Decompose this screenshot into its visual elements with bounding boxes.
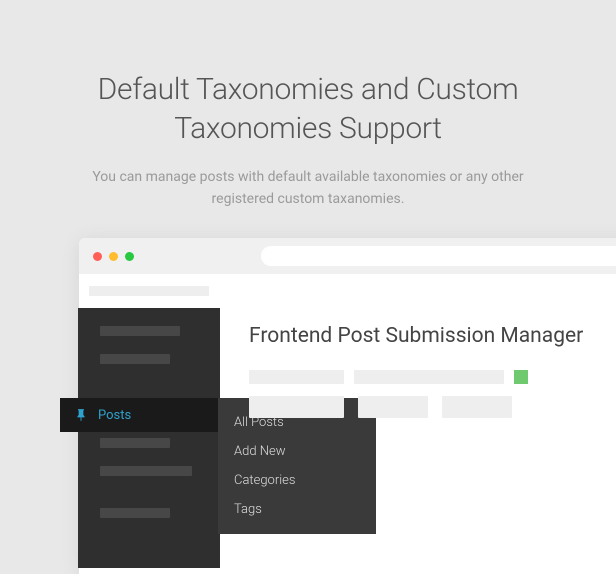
hero-subtitle: You can manage posts with default availa… [60, 166, 556, 211]
status-indicator [514, 370, 528, 384]
submenu-item-add-new[interactable]: Add New [218, 437, 376, 466]
browser-body: Posts All Posts Add New Categories Tags … [79, 274, 616, 574]
placeholder-box [249, 370, 344, 384]
content-row [249, 396, 616, 418]
minimize-icon[interactable] [109, 252, 118, 261]
sidebar-item[interactable] [100, 438, 170, 448]
sidebar-item-label: Posts [98, 408, 131, 423]
posts-submenu: All Posts Add New Categories Tags [218, 398, 376, 534]
placeholder-box [354, 370, 504, 384]
sidebar-item[interactable] [100, 508, 170, 518]
admin-sidebar: Posts All Posts Add New Categories Tags [78, 308, 220, 568]
placeholder-box [249, 396, 344, 418]
close-icon[interactable] [93, 252, 102, 261]
logo-placeholder [89, 286, 209, 296]
sidebar-item[interactable] [100, 354, 170, 364]
content-area: Frontend Post Submission Manager [249, 324, 616, 418]
maximize-icon[interactable] [125, 252, 134, 261]
sidebar-item[interactable] [100, 326, 180, 336]
content-row [249, 370, 616, 384]
url-bar[interactable] [261, 246, 616, 266]
submenu-item-categories[interactable]: Categories [218, 466, 376, 495]
pin-icon [74, 408, 88, 422]
placeholder-box [358, 396, 428, 418]
browser-chrome [79, 238, 616, 274]
hero-title: Default Taxonomies and Custom Taxonomies… [60, 70, 556, 148]
sidebar-item-posts[interactable]: Posts [60, 398, 218, 432]
browser-window: Posts All Posts Add New Categories Tags … [79, 238, 616, 574]
hero-section: Default Taxonomies and Custom Taxonomies… [0, 0, 616, 241]
submenu-item-tags[interactable]: Tags [218, 495, 376, 524]
sidebar-item[interactable] [100, 466, 192, 476]
placeholder-box [442, 396, 512, 418]
page-title: Frontend Post Submission Manager [249, 324, 616, 348]
